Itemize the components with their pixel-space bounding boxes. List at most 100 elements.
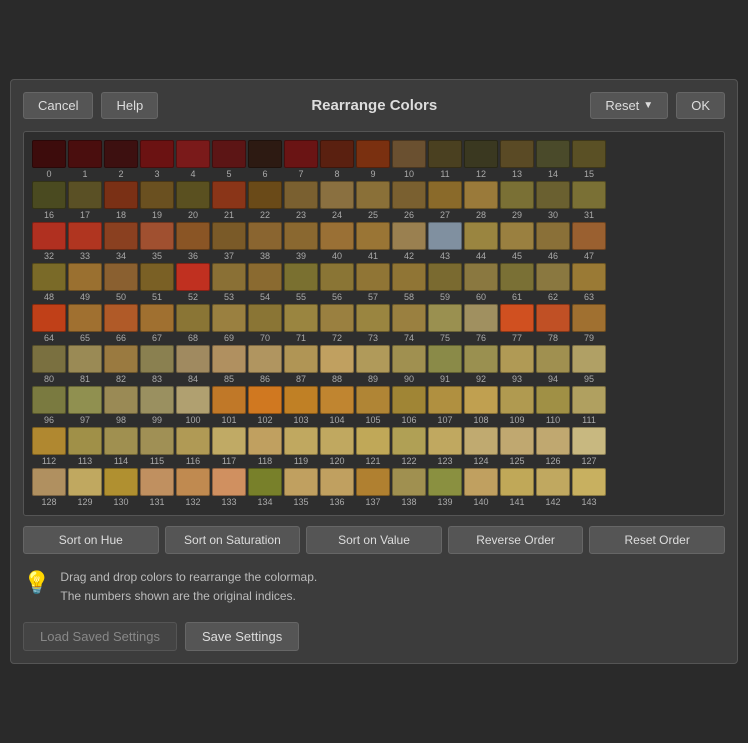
color-cell[interactable]: 140 (464, 468, 498, 507)
color-cell[interactable]: 19 (140, 181, 174, 220)
color-cell[interactable]: 41 (356, 222, 390, 261)
color-cell[interactable]: 125 (500, 427, 534, 466)
sort-hue-button[interactable]: Sort on Hue (23, 526, 159, 554)
color-cell[interactable]: 103 (284, 386, 318, 425)
color-cell[interactable]: 88 (320, 345, 354, 384)
color-cell[interactable]: 68 (176, 304, 210, 343)
color-cell[interactable]: 56 (320, 263, 354, 302)
color-cell[interactable]: 25 (356, 181, 390, 220)
color-cell[interactable]: 134 (248, 468, 282, 507)
ok-button[interactable]: OK (676, 92, 725, 119)
color-cell[interactable]: 7 (284, 140, 318, 179)
color-cell[interactable]: 44 (464, 222, 498, 261)
color-cell[interactable]: 138 (392, 468, 426, 507)
color-cell[interactable]: 101 (212, 386, 246, 425)
color-cell[interactable]: 55 (284, 263, 318, 302)
color-cell[interactable]: 105 (356, 386, 390, 425)
color-cell[interactable]: 117 (212, 427, 246, 466)
color-cell[interactable]: 12 (464, 140, 498, 179)
color-cell[interactable]: 54 (248, 263, 282, 302)
color-cell[interactable]: 42 (392, 222, 426, 261)
color-cell[interactable]: 27 (428, 181, 462, 220)
color-cell[interactable]: 131 (140, 468, 174, 507)
color-cell[interactable]: 97 (68, 386, 102, 425)
color-cell[interactable]: 86 (248, 345, 282, 384)
color-cell[interactable]: 39 (284, 222, 318, 261)
color-cell[interactable]: 110 (536, 386, 570, 425)
color-cell[interactable]: 80 (32, 345, 66, 384)
color-cell[interactable]: 66 (104, 304, 138, 343)
color-cell[interactable]: 51 (140, 263, 174, 302)
color-cell[interactable]: 84 (176, 345, 210, 384)
color-cell[interactable]: 136 (320, 468, 354, 507)
color-cell[interactable]: 13 (500, 140, 534, 179)
color-cell[interactable]: 94 (536, 345, 570, 384)
color-cell[interactable]: 22 (248, 181, 282, 220)
color-cell[interactable]: 34 (104, 222, 138, 261)
color-cell[interactable]: 77 (500, 304, 534, 343)
color-cell[interactable]: 43 (428, 222, 462, 261)
color-cell[interactable]: 29 (500, 181, 534, 220)
color-cell[interactable]: 127 (572, 427, 606, 466)
color-cell[interactable]: 118 (248, 427, 282, 466)
color-cell[interactable]: 104 (320, 386, 354, 425)
color-cell[interactable]: 23 (284, 181, 318, 220)
color-cell[interactable]: 53 (212, 263, 246, 302)
color-cell[interactable]: 32 (32, 222, 66, 261)
color-cell[interactable]: 20 (176, 181, 210, 220)
color-cell[interactable]: 17 (68, 181, 102, 220)
color-cell[interactable]: 11 (428, 140, 462, 179)
color-cell[interactable]: 47 (572, 222, 606, 261)
color-cell[interactable]: 89 (356, 345, 390, 384)
color-cell[interactable]: 14 (536, 140, 570, 179)
color-cell[interactable]: 126 (536, 427, 570, 466)
color-cell[interactable]: 5 (212, 140, 246, 179)
color-cell[interactable]: 74 (392, 304, 426, 343)
color-cell[interactable]: 24 (320, 181, 354, 220)
color-cell[interactable]: 8 (320, 140, 354, 179)
color-cell[interactable]: 132 (176, 468, 210, 507)
color-cell[interactable]: 112 (32, 427, 66, 466)
color-cell[interactable]: 50 (104, 263, 138, 302)
color-cell[interactable]: 45 (500, 222, 534, 261)
color-cell[interactable]: 95 (572, 345, 606, 384)
save-settings-button[interactable]: Save Settings (185, 622, 299, 651)
color-cell[interactable]: 6 (248, 140, 282, 179)
color-cell[interactable]: 18 (104, 181, 138, 220)
color-cell[interactable]: 52 (176, 263, 210, 302)
reverse-order-button[interactable]: Reverse Order (448, 526, 584, 554)
color-cell[interactable]: 115 (140, 427, 174, 466)
color-cell[interactable]: 92 (464, 345, 498, 384)
help-button[interactable]: Help (101, 92, 158, 119)
color-cell[interactable]: 75 (428, 304, 462, 343)
color-cell[interactable]: 73 (356, 304, 390, 343)
color-cell[interactable]: 142 (536, 468, 570, 507)
color-cell[interactable]: 114 (104, 427, 138, 466)
color-cell[interactable]: 31 (572, 181, 606, 220)
color-cell[interactable]: 143 (572, 468, 606, 507)
color-cell[interactable]: 10 (392, 140, 426, 179)
color-cell[interactable]: 129 (68, 468, 102, 507)
color-cell[interactable]: 102 (248, 386, 282, 425)
color-cell[interactable]: 46 (536, 222, 570, 261)
color-cell[interactable]: 9 (356, 140, 390, 179)
color-cell[interactable]: 141 (500, 468, 534, 507)
color-cell[interactable]: 70 (248, 304, 282, 343)
sort-saturation-button[interactable]: Sort on Saturation (165, 526, 301, 554)
color-cell[interactable]: 38 (248, 222, 282, 261)
color-cell[interactable]: 90 (392, 345, 426, 384)
color-cell[interactable]: 98 (104, 386, 138, 425)
color-cell[interactable]: 121 (356, 427, 390, 466)
color-cell[interactable]: 59 (428, 263, 462, 302)
color-cell[interactable]: 4 (176, 140, 210, 179)
color-cell[interactable]: 99 (140, 386, 174, 425)
color-cell[interactable]: 37 (212, 222, 246, 261)
color-cell[interactable]: 108 (464, 386, 498, 425)
color-cell[interactable]: 35 (140, 222, 174, 261)
color-cell[interactable]: 137 (356, 468, 390, 507)
color-cell[interactable]: 69 (212, 304, 246, 343)
color-cell[interactable]: 130 (104, 468, 138, 507)
load-settings-button[interactable]: Load Saved Settings (23, 622, 177, 651)
color-cell[interactable]: 71 (284, 304, 318, 343)
color-cell[interactable]: 1 (68, 140, 102, 179)
